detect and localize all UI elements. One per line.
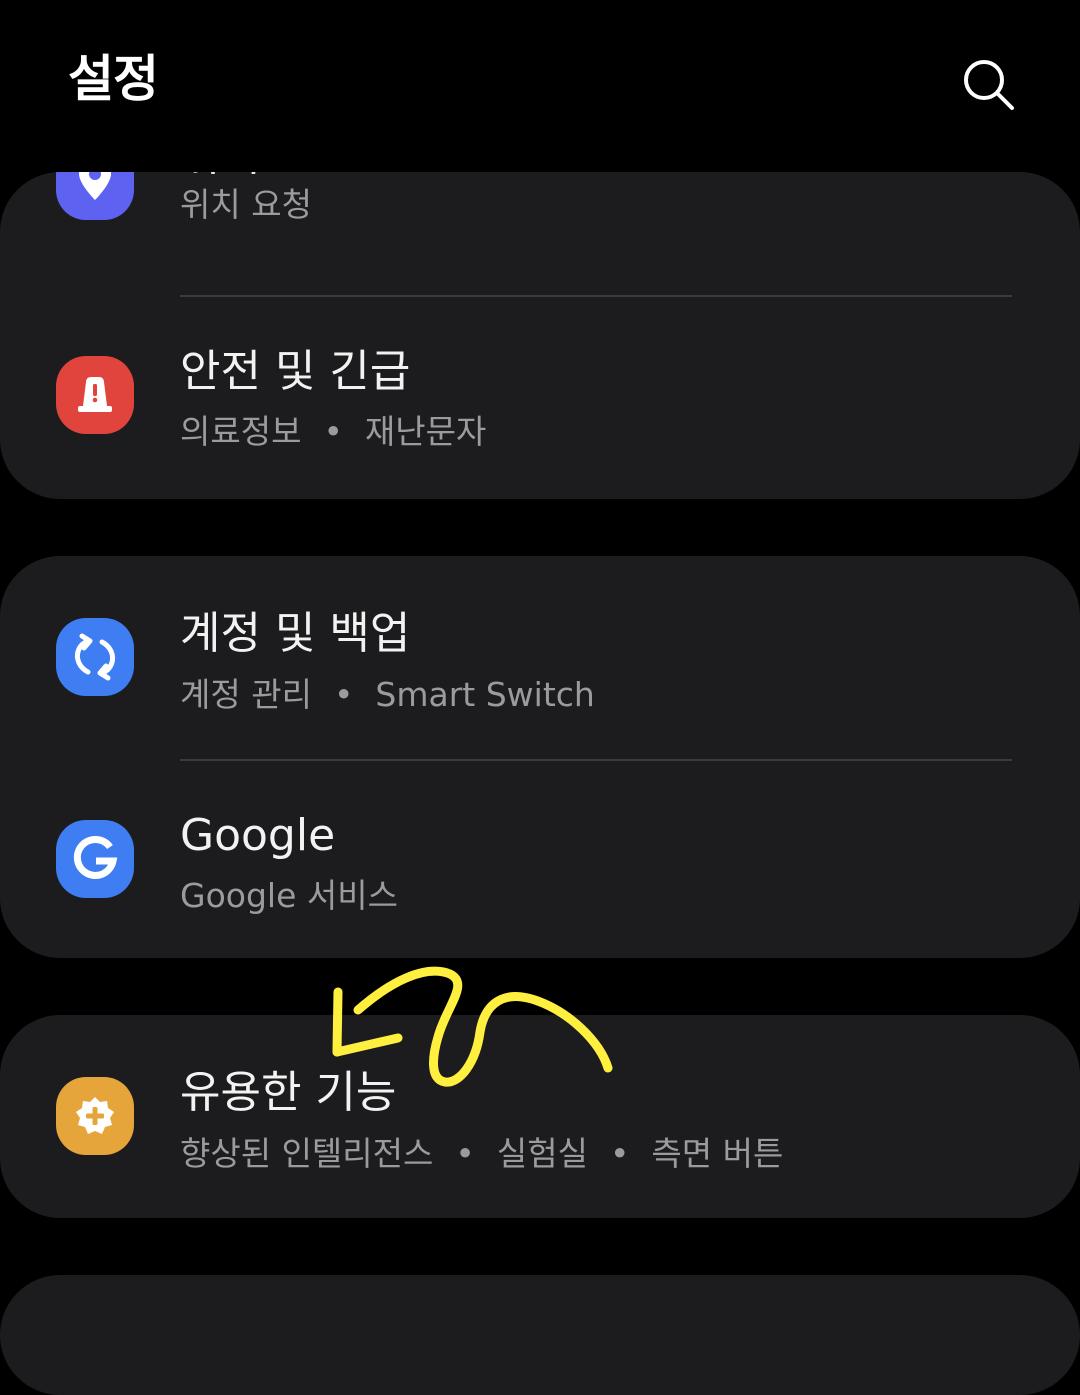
settings-item-title: 유용한 기능 xyxy=(180,1067,397,1118)
accounts-icon-container xyxy=(56,618,134,696)
search-button[interactable] xyxy=(954,50,1024,120)
location-icon-container xyxy=(56,172,134,220)
separator-dot: • xyxy=(333,675,354,714)
settings-item-title: Google xyxy=(180,810,336,861)
separator-dot: • xyxy=(455,1134,475,1173)
settings-group-next xyxy=(0,1275,1080,1395)
subtitle-part: 측면 버튼 xyxy=(651,1134,784,1173)
location-pin-icon xyxy=(56,172,134,220)
features-icon-container xyxy=(56,1077,134,1155)
subtitle-part: 실험실 xyxy=(496,1134,588,1173)
app-header: 설정 xyxy=(0,0,1080,170)
settings-item-title: 위치 xyxy=(180,172,261,178)
settings-item-advanced-features[interactable]: 유용한 기능 향상된 인텔리전스 • 실험실 • 측면 버튼 xyxy=(0,1015,1080,1218)
subtitle-part: 계정 관리 xyxy=(180,675,312,714)
settings-item-subtitle: 의료정보 • 재난문자 xyxy=(180,415,486,448)
subtitle-part: 재난문자 xyxy=(364,412,487,451)
puzzle-gear-icon xyxy=(56,1077,134,1155)
page-title: 설정 xyxy=(68,50,159,108)
settings-item-subtitle: Google 서비스 xyxy=(180,876,398,915)
separator-dot: • xyxy=(323,412,343,451)
settings-item-title: 계정 및 백업 xyxy=(180,608,411,659)
search-icon xyxy=(964,60,1014,110)
settings-item-google[interactable]: Google Google 서비스 xyxy=(0,761,1080,958)
settings-item-subtitle: 위치 요청 xyxy=(180,185,312,224)
settings-group-privacy: 위치 위치 요청 안전 및 긴급 의료정보 • 재난문자 xyxy=(0,172,1080,499)
separator-dot: • xyxy=(609,1134,630,1173)
google-icon-container xyxy=(56,820,134,898)
subtitle-part: 의료정보 xyxy=(180,412,302,451)
emergency-alert-icon xyxy=(56,356,134,434)
subtitle-part: 향상된 인텔리전스 xyxy=(180,1134,434,1173)
divider xyxy=(180,295,1012,297)
settings-item-safety[interactable]: 안전 및 긴급 의료정보 • 재난문자 xyxy=(0,298,1080,498)
safety-icon-container xyxy=(56,356,134,434)
settings-item-accounts-backup[interactable]: 계정 및 백업 계정 관리 • Smart Switch xyxy=(0,556,1080,759)
settings-group-accounts: 계정 및 백업 계정 관리 • Smart Switch Google Google… xyxy=(0,556,1080,958)
settings-item-subtitle: 계정 관리 • Smart Switch xyxy=(180,678,595,711)
settings-item-subtitle: 향상된 인텔리전스 • 실험실 • 측면 버튼 xyxy=(180,1137,783,1170)
google-g-icon xyxy=(56,820,134,898)
settings-group-features: 유용한 기능 향상된 인텔리전스 • 실험실 • 측면 버튼 xyxy=(0,1015,1080,1218)
subtitle-part: Smart Switch xyxy=(375,675,595,714)
sync-icon xyxy=(56,618,134,696)
settings-item-title: 안전 및 긴급 xyxy=(180,346,411,397)
